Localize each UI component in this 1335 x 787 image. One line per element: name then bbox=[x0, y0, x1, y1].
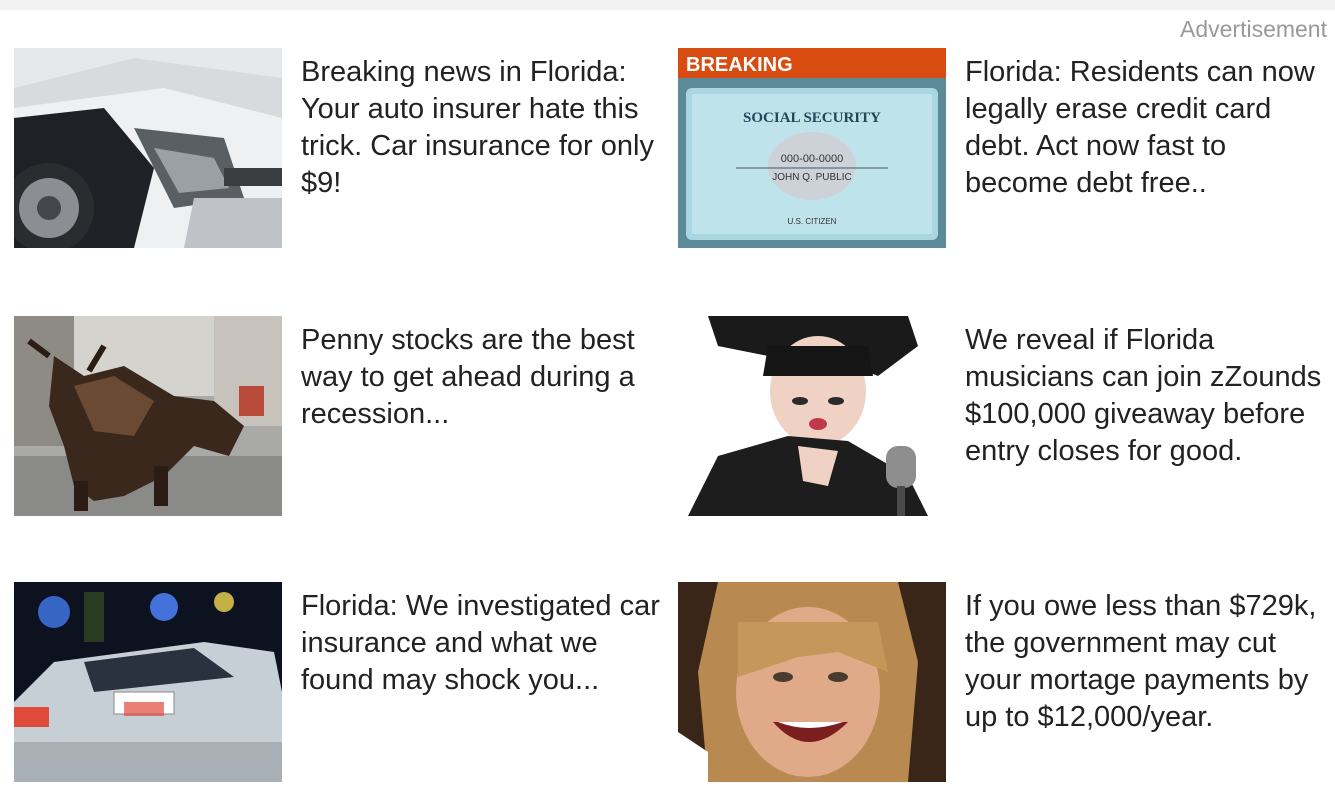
advertisement-label: Advertisement bbox=[1179, 16, 1327, 42]
ad-headline[interactable]: Florida: Residents can now legally erase… bbox=[965, 54, 1335, 202]
card-title-text: SOCIAL SECURITY bbox=[743, 110, 881, 126]
card-footer-text: U.S. CITIZEN bbox=[788, 217, 837, 226]
bull-statue-image[interactable] bbox=[14, 316, 282, 516]
ad-headline[interactable]: We reveal if Florida musicians can join … bbox=[965, 322, 1335, 470]
ad-headline[interactable]: Breaking news in Florida: Your auto insu… bbox=[301, 54, 671, 202]
ad-card-credit-card-debt[interactable]: BREAKING SOCIAL SECURITY 000-00-0000 JOH… bbox=[678, 48, 1328, 258]
police-car-image[interactable] bbox=[14, 582, 282, 782]
top-border bbox=[0, 0, 1335, 10]
social-security-card-image[interactable]: BREAKING SOCIAL SECURITY 000-00-0000 JOH… bbox=[678, 48, 946, 248]
ad-headline[interactable]: If you owe less than $729k, the governme… bbox=[965, 588, 1335, 736]
ad-headline[interactable]: Florida: We investigated car insurance a… bbox=[301, 588, 671, 699]
ad-headline[interactable]: Penny stocks are the best way to get ahe… bbox=[301, 322, 671, 433]
singer-microphone-image[interactable] bbox=[678, 316, 946, 516]
ad-card-penny-stocks[interactable]: Penny stocks are the best way to get ahe… bbox=[14, 316, 664, 526]
ad-card-car-insurance-shock[interactable]: Florida: We investigated car insurance a… bbox=[14, 582, 664, 787]
ad-card-mortgage-payments[interactable]: If you owe less than $729k, the governme… bbox=[678, 582, 1328, 787]
card-number-text: 000-00-0000 bbox=[781, 153, 843, 165]
breaking-banner-text: BREAKING bbox=[686, 54, 793, 76]
ad-card-musicians-giveaway[interactable]: We reveal if Florida musicians can join … bbox=[678, 316, 1328, 526]
card-name-text: JOHN Q. PUBLIC bbox=[772, 172, 851, 183]
crashed-car-image[interactable] bbox=[14, 48, 282, 248]
ad-card-car-insurance-trick[interactable]: Breaking news in Florida: Your auto insu… bbox=[14, 48, 664, 258]
smiling-woman-image[interactable] bbox=[678, 582, 946, 782]
